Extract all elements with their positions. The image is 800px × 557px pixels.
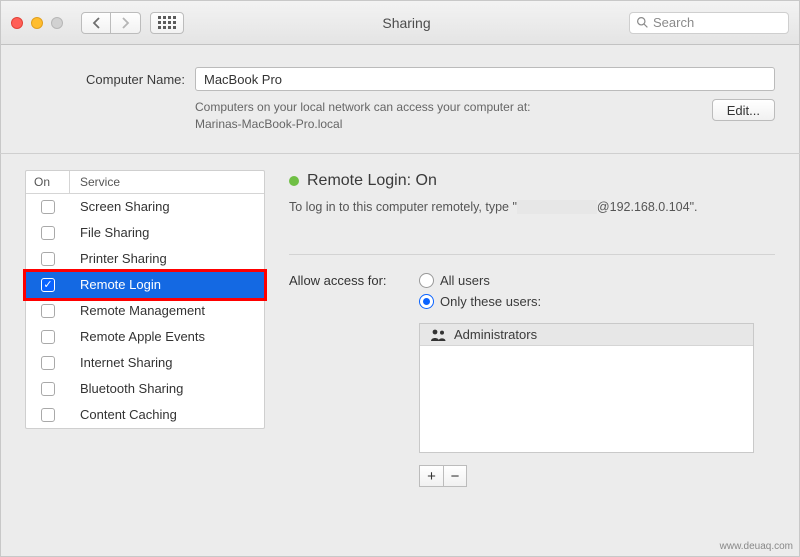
service-label: Remote Login	[70, 277, 264, 292]
service-detail-panel: Remote Login: On To log in to this compu…	[289, 170, 775, 488]
service-label: Printer Sharing	[70, 251, 264, 266]
close-icon[interactable]	[11, 17, 23, 29]
radio-all-users[interactable]: All users	[419, 273, 754, 288]
redacted-username	[517, 200, 597, 214]
service-row[interactable]: ✓ Remote Login	[26, 272, 264, 298]
service-row[interactable]: Bluetooth Sharing	[26, 376, 264, 402]
computer-name-desc: Computers on your local network can acce…	[195, 99, 712, 133]
search-placeholder: Search	[653, 15, 694, 30]
search-input[interactable]: Search	[629, 12, 789, 34]
titlebar: Sharing Search	[1, 1, 799, 45]
service-label: Bluetooth Sharing	[70, 381, 264, 396]
service-label: Internet Sharing	[70, 355, 264, 370]
window-title: Sharing	[184, 15, 629, 31]
computer-name-label: Computer Name:	[25, 72, 185, 87]
col-service: Service	[70, 171, 264, 193]
access-label: Allow access for:	[289, 273, 409, 487]
people-icon	[430, 329, 448, 341]
service-label: File Sharing	[70, 225, 264, 240]
remove-user-button[interactable]: −	[443, 465, 467, 487]
computer-name-field[interactable]	[195, 67, 775, 91]
service-checkbox[interactable]	[41, 330, 55, 344]
service-checkbox[interactable]	[41, 226, 55, 240]
service-checkbox[interactable]	[41, 304, 55, 318]
service-checkbox[interactable]	[41, 200, 55, 214]
users-buttons: + −	[419, 465, 754, 487]
window-controls	[11, 17, 63, 29]
search-icon	[636, 16, 649, 29]
service-row[interactable]: Remote Apple Events	[26, 324, 264, 350]
forward-button[interactable]	[111, 12, 141, 34]
service-row[interactable]: Remote Management	[26, 298, 264, 324]
status-title: Remote Login: On	[289, 172, 775, 190]
service-row[interactable]: Content Caching	[26, 402, 264, 428]
service-checkbox[interactable]	[41, 252, 55, 266]
service-checkbox[interactable]: ✓	[41, 278, 55, 292]
login-help-text: To log in to this computer remotely, typ…	[289, 200, 775, 215]
service-label: Remote Apple Events	[70, 329, 264, 344]
service-label: Screen Sharing	[70, 199, 264, 214]
users-list[interactable]: Administrators	[419, 323, 754, 453]
service-checkbox[interactable]	[41, 356, 55, 370]
show-all-button[interactable]	[150, 12, 184, 34]
status-indicator-icon	[289, 176, 299, 186]
service-row[interactable]: File Sharing	[26, 220, 264, 246]
radio-icon	[419, 273, 434, 288]
service-row[interactable]: Screen Sharing	[26, 194, 264, 220]
detail-divider	[289, 254, 775, 255]
minimize-icon[interactable]	[31, 17, 43, 29]
radio-icon	[419, 294, 434, 309]
service-row[interactable]: Printer Sharing	[26, 246, 264, 272]
add-user-button[interactable]: +	[419, 465, 443, 487]
service-checkbox[interactable]	[41, 408, 55, 422]
sharing-prefs-window: Sharing Search Computer Name: Computers …	[0, 0, 800, 557]
users-list-header: Administrators	[420, 324, 753, 346]
service-checkbox[interactable]	[41, 382, 55, 396]
computer-name-section: Computer Name: Computers on your local n…	[1, 45, 799, 133]
edit-hostname-button[interactable]: Edit...	[712, 99, 775, 121]
services-header: On Service	[26, 171, 264, 194]
service-label: Content Caching	[70, 407, 264, 422]
maximize-icon[interactable]	[51, 17, 63, 29]
services-table: On Service Screen Sharing File Sharing Pri…	[25, 170, 265, 429]
service-row[interactable]: Internet Sharing	[26, 350, 264, 376]
watermark: www.deuaq.com	[720, 541, 793, 552]
services-panel: On Service Screen Sharing File Sharing Pri…	[25, 170, 265, 488]
radio-only-these-users[interactable]: Only these users:	[419, 294, 754, 309]
col-on: On	[26, 171, 70, 193]
grid-icon	[158, 16, 176, 29]
service-label: Remote Management	[70, 303, 264, 318]
back-button[interactable]	[81, 12, 111, 34]
nav-buttons	[81, 12, 141, 34]
access-section: Allow access for: All users Only these u…	[289, 273, 775, 487]
